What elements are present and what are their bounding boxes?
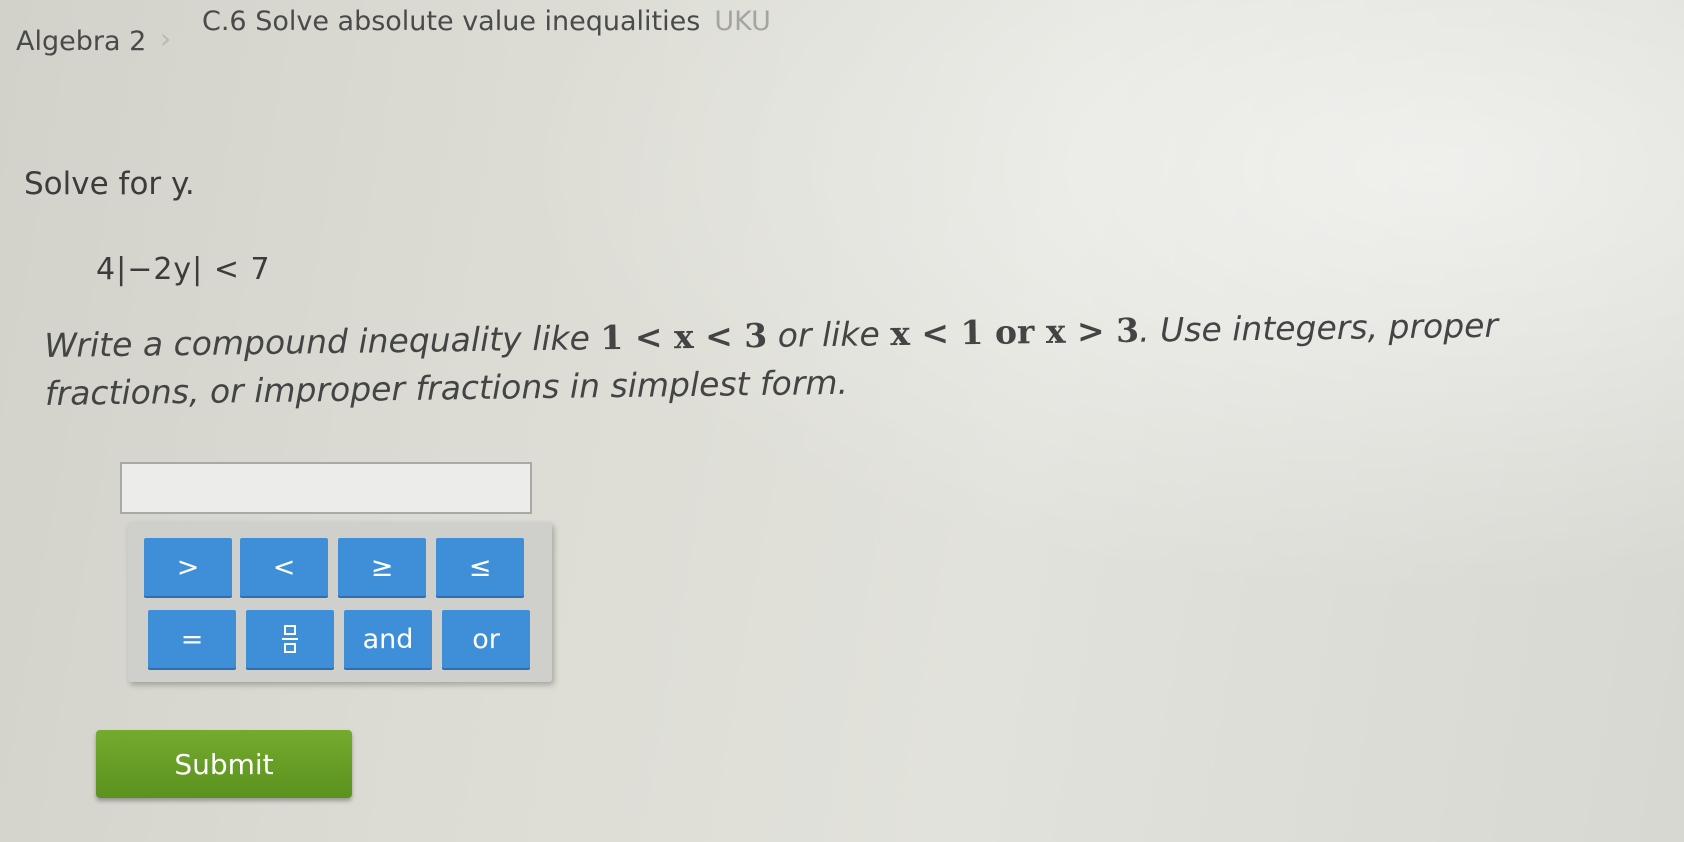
skill-title: C.6 Solve absolute value inequalities (202, 6, 701, 37)
and-key[interactable]: and (344, 610, 432, 668)
greater-than-key[interactable]: > (144, 538, 232, 596)
fraction-icon (282, 625, 298, 653)
instructions-text-2: or like (766, 314, 891, 355)
instructions: Write a compound inequality like 1 < x <… (44, 300, 1645, 418)
breadcrumb: Algebra 2 › C.6 Solve absolute value ine… (0, 0, 1684, 70)
answer-input[interactable] (120, 462, 532, 514)
submit-button[interactable]: Submit (96, 730, 352, 798)
example-inequality-1: 1 < x < 3 (600, 315, 768, 358)
or-key[interactable]: or (442, 610, 530, 668)
equals-key[interactable]: = (148, 610, 236, 668)
skill-code: UKU (714, 6, 771, 37)
greater-equal-key[interactable]: ≥ (338, 538, 426, 596)
question-prompt: Solve for y. (24, 166, 195, 202)
symbol-keypad: > < ≥ ≤ = and or (128, 522, 552, 682)
less-than-key[interactable]: < (240, 538, 328, 596)
equation: 4|−2y| < 7 (96, 252, 271, 287)
example-inequality-2: x < 1 or x > 3 (889, 310, 1140, 354)
breadcrumb-parent-link[interactable]: Algebra 2 (16, 26, 146, 57)
fraction-key[interactable] (246, 610, 334, 668)
breadcrumb-current: C.6 Solve absolute value inequalities UKU (202, 6, 771, 37)
chevron-right-icon: › (160, 22, 172, 55)
instructions-text-1: Write a compound inequality like (44, 318, 601, 365)
less-equal-key[interactable]: ≤ (436, 538, 524, 596)
